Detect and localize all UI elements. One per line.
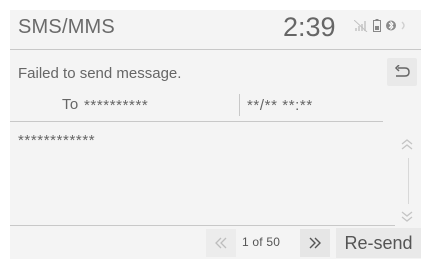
footer-divider — [10, 225, 395, 226]
scroll-up-button[interactable] — [399, 138, 415, 152]
message-body: ************ — [18, 132, 96, 149]
message-timestamp: **/** **:** — [247, 97, 313, 114]
chevron-up-icon — [401, 139, 413, 150]
scroll-down-button[interactable] — [399, 209, 415, 223]
message-status: Failed to send message. — [18, 65, 182, 82]
next-message-button[interactable] — [300, 229, 330, 257]
previous-message-button[interactable] — [206, 229, 236, 257]
sms-message-screen: SMS/MMS 2:39 Failed to send message. To … — [10, 10, 421, 259]
back-arrow-icon — [394, 65, 410, 77]
page-counter: 1 of 50 — [242, 235, 281, 249]
resend-button[interactable]: Re-send — [336, 228, 421, 258]
recipient-number: ********** — [84, 97, 149, 114]
recipient-timestamp-divider — [239, 94, 240, 116]
recipient-row-divider — [10, 121, 383, 122]
signal-icon — [353, 19, 368, 37]
chevron-down-icon — [401, 211, 413, 222]
battery-icon — [373, 19, 381, 37]
status-edge-icon — [401, 19, 407, 37]
clock: 2:39 — [283, 12, 336, 42]
status-icons — [353, 19, 407, 37]
double-chevron-right-icon — [309, 237, 321, 249]
bluetooth-icon — [386, 19, 396, 37]
to-label: To — [62, 96, 79, 113]
back-button[interactable] — [387, 58, 417, 86]
double-chevron-left-icon — [215, 237, 227, 249]
header-divider — [10, 49, 421, 50]
screen-title: SMS/MMS — [18, 16, 115, 38]
scrollbar-track[interactable] — [408, 158, 409, 204]
